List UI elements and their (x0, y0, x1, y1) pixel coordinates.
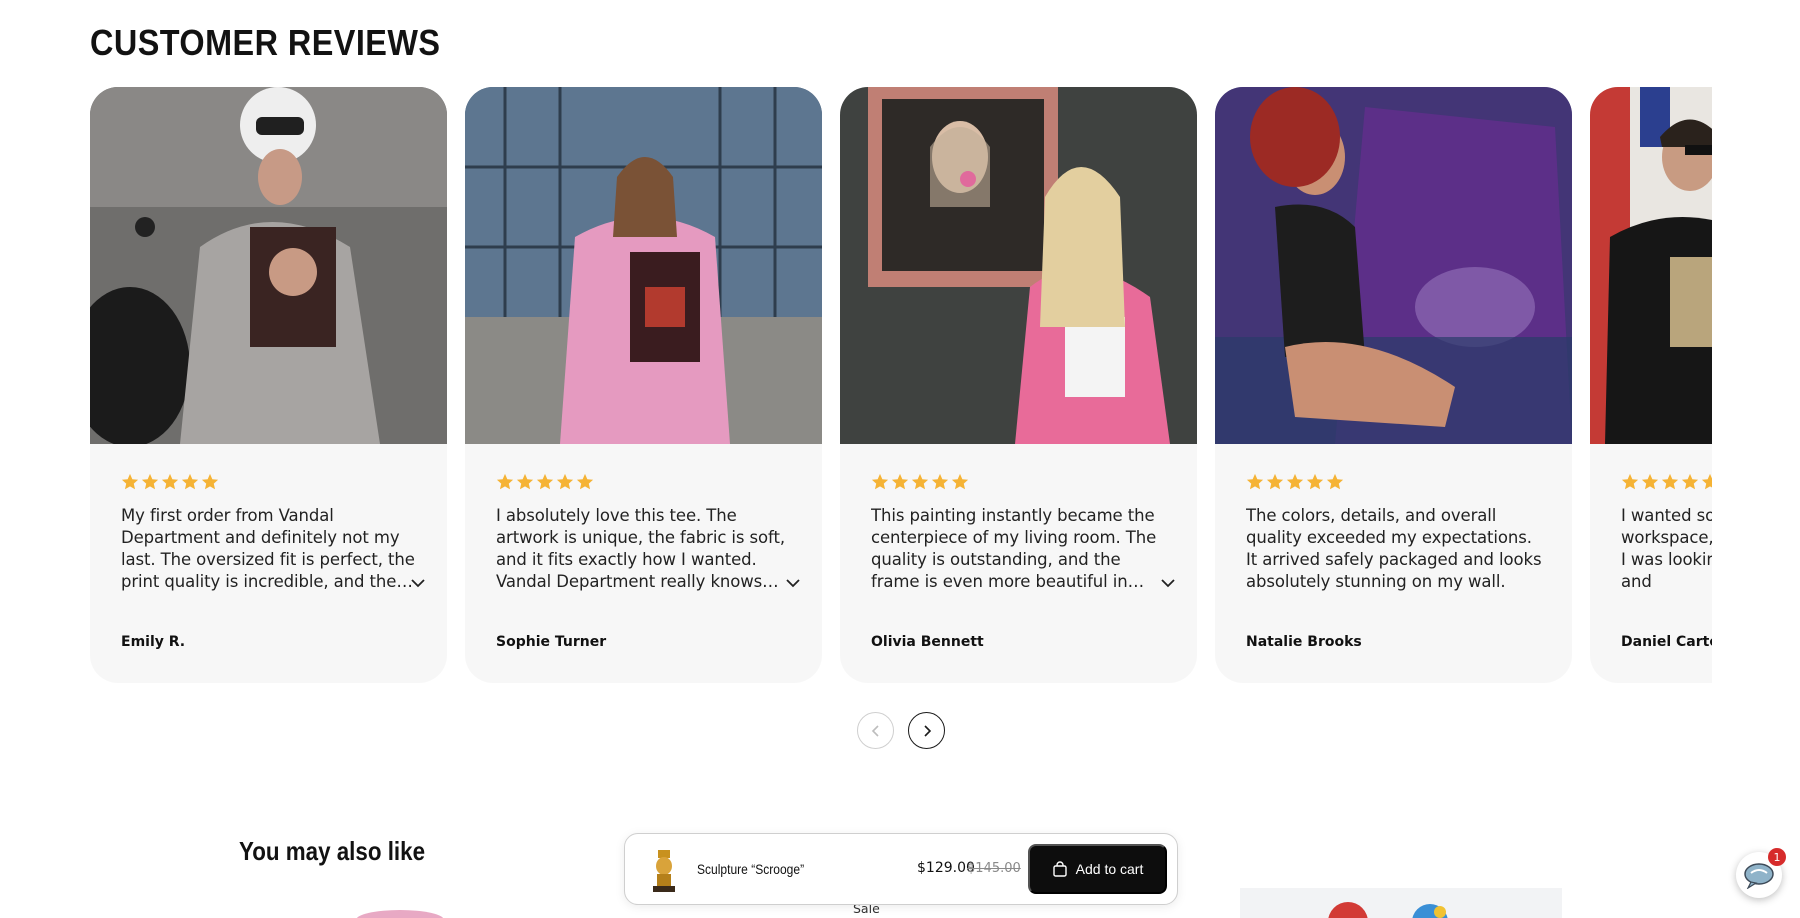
notification-badge: 1 (1768, 848, 1786, 866)
star-icon (576, 473, 594, 490)
add-to-cart-button[interactable]: Add to cart (1028, 844, 1167, 894)
star-rating (1246, 473, 1344, 491)
star-icon (1246, 473, 1264, 490)
review-photo (1590, 87, 1712, 444)
shopping-bag-icon (1052, 861, 1067, 877)
chevron-right-icon (923, 724, 931, 737)
star-icon (911, 473, 929, 490)
review-text: The colors, details, and overall quality… (1246, 506, 1542, 591)
star-icon (536, 473, 554, 490)
star-icon (871, 473, 889, 490)
photo-woman-pink-tee (465, 87, 822, 444)
chevron-down-icon[interactable] (1160, 575, 1176, 591)
carousel-prev-button[interactable] (857, 712, 894, 749)
star-icon (1661, 473, 1679, 490)
reviewer-name: Sophie Turner (496, 634, 607, 650)
review-card: The colors, details, and overall quality… (1215, 87, 1572, 683)
star-icon (1641, 473, 1659, 490)
review-text: I absolutely love this tee. The artwork … (496, 506, 785, 591)
review-photo (465, 87, 822, 444)
star-icon (496, 473, 514, 490)
star-icon (556, 473, 574, 490)
product-image-peek[interactable] (340, 906, 460, 918)
chat-bubble-icon (1744, 863, 1774, 889)
star-icon (951, 473, 969, 490)
star-icon (181, 473, 199, 490)
star-rating (496, 473, 594, 491)
star-icon (141, 473, 159, 490)
photo-woman-purple-canvas (1215, 87, 1572, 444)
review-photo (840, 87, 1197, 444)
sticky-product-name: Sculpture “Scrooge” (697, 861, 805, 877)
star-rating (1621, 473, 1712, 491)
chevron-left-icon (871, 724, 879, 737)
review-text: This painting instantly became the cente… (871, 506, 1157, 591)
sticky-compare-price: $145.00 (967, 861, 1021, 876)
star-rating (871, 473, 969, 491)
photo-man-black-tee (1590, 87, 1712, 444)
chevron-down-icon[interactable] (410, 575, 426, 591)
star-icon (1681, 473, 1699, 490)
chat-launcher-button[interactable]: 1 (1736, 848, 1786, 898)
reviews-carousel[interactable]: My first order from Vandal Department an… (90, 87, 1712, 683)
reviewer-name: Olivia Bennett (871, 634, 984, 650)
sticky-add-to-cart-bar: Sculpture “Scrooge” $129.00 $145.00 Add … (624, 833, 1178, 905)
star-icon (516, 473, 534, 490)
review-text: My first order from Vandal Department an… (121, 506, 415, 591)
reviewer-name: Natalie Brooks (1246, 634, 1362, 650)
star-icon (1621, 473, 1639, 490)
carousel-next-button[interactable] (908, 712, 945, 749)
star-icon (1266, 473, 1284, 490)
star-icon (1326, 473, 1344, 490)
star-rating (121, 473, 219, 491)
star-icon (891, 473, 909, 490)
star-icon (161, 473, 179, 490)
star-icon (1286, 473, 1304, 490)
review-text: I wanted something for my workspace, and… (1621, 506, 1712, 591)
star-icon (121, 473, 139, 490)
review-photo (1215, 87, 1572, 444)
review-photo (90, 87, 447, 444)
review-card: I wanted something for my workspace, and… (1590, 87, 1712, 683)
add-to-cart-label: Add to cart (1075, 861, 1144, 877)
star-icon (201, 473, 219, 490)
section-title: CUSTOMER REVIEWS (90, 22, 441, 63)
reviewer-name: Daniel Carter (1621, 634, 1712, 650)
star-icon (1306, 473, 1324, 490)
product-thumbnail (1328, 902, 1448, 918)
photo-woman-framed-painting (840, 87, 1197, 444)
reviewer-name: Emily R. (121, 634, 186, 650)
product-image-peek[interactable] (1240, 888, 1562, 918)
product-thumbnail (653, 850, 675, 892)
star-icon (931, 473, 949, 490)
review-card: This painting instantly became the cente… (840, 87, 1197, 683)
review-card: My first order from Vandal Department an… (90, 87, 447, 683)
also-like-title: You may also like (239, 836, 426, 866)
photo-woman-helmet-motorcycle (90, 87, 447, 444)
review-card: I absolutely love this tee. The artwork … (465, 87, 822, 683)
chevron-down-icon[interactable] (785, 575, 801, 591)
star-icon (1701, 473, 1712, 490)
reviews-track: My first order from Vandal Department an… (90, 87, 1712, 683)
